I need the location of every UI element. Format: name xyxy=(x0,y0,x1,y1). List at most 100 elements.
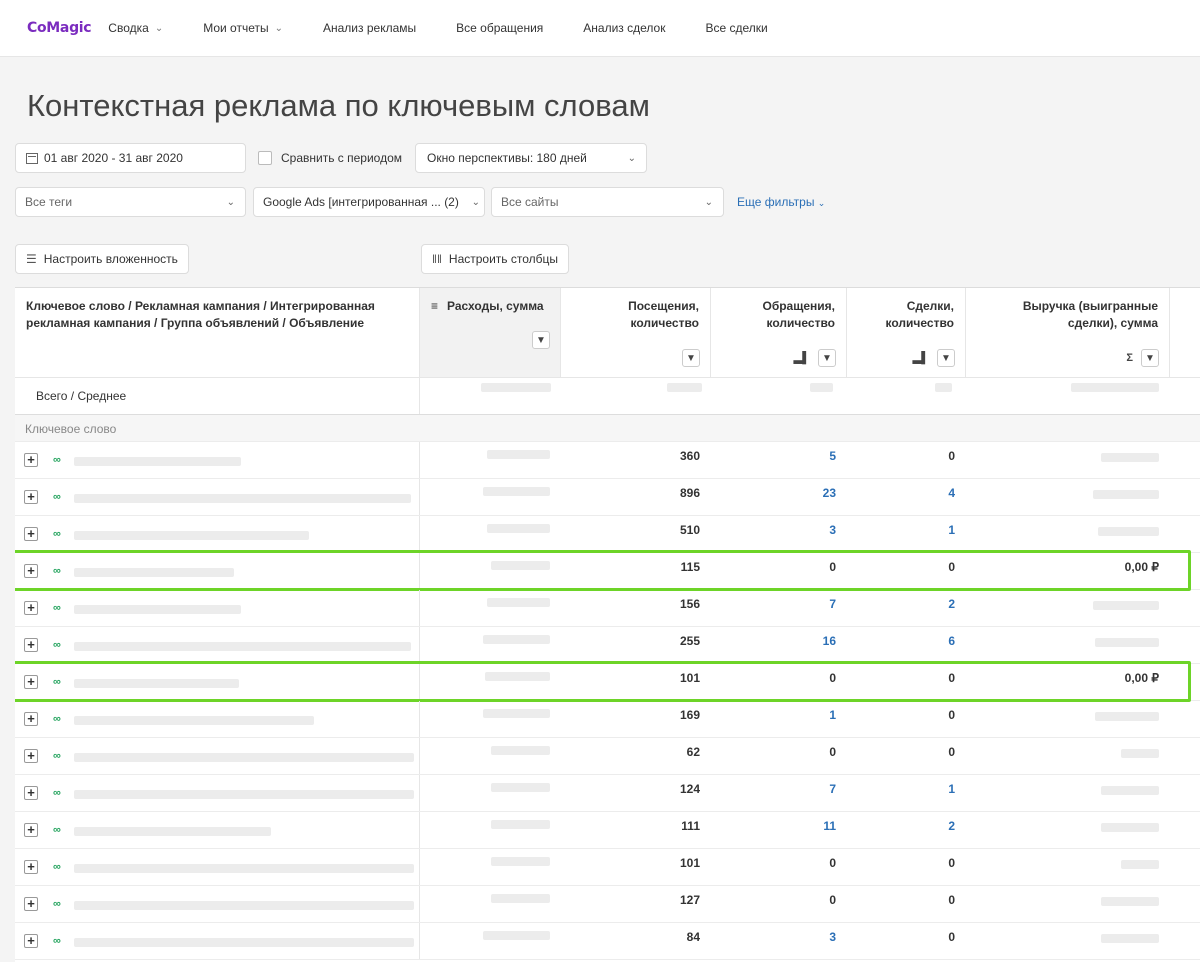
comagic-logo[interactable]: CoMagic xyxy=(27,20,92,36)
expand-icon[interactable]: + xyxy=(24,601,38,615)
nav-item-label: Мои отчеты xyxy=(203,21,269,35)
table-row[interactable]: + ∞ 101 0 0 0,00 ₽ xyxy=(15,664,1200,701)
deals-value[interactable]: 2 xyxy=(847,812,966,848)
column-divider xyxy=(419,516,420,552)
nav-item[interactable]: Анализ сделок xyxy=(583,21,665,35)
filter-icon[interactable]: ▼ xyxy=(1141,349,1159,367)
bar-chart-icon[interactable]: ▂▌ xyxy=(794,350,810,367)
deals-value[interactable]: 1 xyxy=(847,775,966,811)
requests-value[interactable]: 23 xyxy=(711,479,847,515)
expand-icon[interactable]: + xyxy=(24,897,38,911)
expand-icon[interactable]: + xyxy=(24,490,38,504)
blurred-revenue xyxy=(1093,601,1159,610)
requests-value[interactable]: 5 xyxy=(711,442,847,478)
link-icon: ∞ xyxy=(53,676,61,688)
expand-icon[interactable]: + xyxy=(24,712,38,726)
table-row[interactable]: + ∞ 127 0 0 xyxy=(15,886,1200,923)
sum-icon[interactable]: Σ xyxy=(1126,350,1133,367)
table-row[interactable]: + ∞ 111 11 2 xyxy=(15,812,1200,849)
expand-icon[interactable]: + xyxy=(24,934,38,948)
column-divider xyxy=(419,590,420,626)
nav-item[interactable]: Все сделки xyxy=(705,21,767,35)
expand-icon[interactable]: + xyxy=(24,823,38,837)
revenue-value: 0,00 ₽ xyxy=(1124,560,1159,574)
report-table: Ключевое слово / Рекламная кампания / Ин… xyxy=(15,287,1200,962)
requests-value[interactable]: 3 xyxy=(711,516,847,552)
table-row[interactable]: + ∞ 510 3 1 xyxy=(15,516,1200,553)
nav-item[interactable]: Мои отчеты ⌄ xyxy=(203,21,283,35)
expand-icon[interactable]: + xyxy=(24,860,38,874)
link-icon: ∞ xyxy=(53,454,61,466)
date-range-picker[interactable]: 01 авг 2020 - 31 авг 2020 xyxy=(15,143,246,173)
requests-value: 0 xyxy=(829,745,836,759)
table-row[interactable]: + ∞ 255 16 6 xyxy=(15,627,1200,664)
configure-columns-button[interactable]: ‖‖ Настроить столбцы xyxy=(421,244,570,274)
expand-icon[interactable]: + xyxy=(24,453,38,467)
header-requests[interactable]: Обращения, количество ▂▌ ▼ xyxy=(711,288,847,377)
expand-icon[interactable]: + xyxy=(24,638,38,652)
expand-icon[interactable]: + xyxy=(24,675,38,689)
tags-select[interactable]: Все теги ⌄ xyxy=(15,187,246,217)
table-row[interactable]: + ∞ 124 7 1 xyxy=(15,775,1200,812)
compare-period-checkbox[interactable] xyxy=(258,151,272,165)
bar-chart-icon[interactable]: ▂▌ xyxy=(913,350,929,367)
table-row[interactable]: + ∞ 84 3 0 xyxy=(15,923,1200,960)
requests-value[interactable]: 7 xyxy=(711,590,847,626)
nav-item[interactable]: Все обращения xyxy=(456,21,543,35)
sites-select-value: Все сайты xyxy=(501,195,559,209)
filter-icon[interactable]: ▼ xyxy=(937,349,955,367)
table-row[interactable]: + ∞ 360 5 0 xyxy=(15,442,1200,479)
expand-icon[interactable]: + xyxy=(24,786,38,800)
deals-value: 0 xyxy=(948,893,955,907)
group-label: Ключевое слово xyxy=(25,422,117,436)
requests-value[interactable]: 1 xyxy=(711,701,847,737)
requests-value[interactable]: 16 xyxy=(711,627,847,663)
expand-icon[interactable]: + xyxy=(24,749,38,763)
deals-value[interactable]: 2 xyxy=(847,590,966,626)
blurred-keyword xyxy=(74,457,241,466)
filter-icon[interactable]: ▼ xyxy=(818,349,836,367)
blurred-keyword xyxy=(74,679,239,688)
header-cost[interactable]: ≡ Расходы, сумма ▼ xyxy=(420,288,561,377)
header-revenue[interactable]: Выручка (выигранные сделки), сумма Σ ▼ xyxy=(966,288,1170,377)
deals-value: 0 xyxy=(948,708,955,722)
blurred-value xyxy=(935,383,952,392)
column-divider xyxy=(419,701,420,737)
nav-item[interactable]: Анализ рекламы xyxy=(323,21,416,35)
ads-source-select[interactable]: Google Ads [интегрированная ... (2) ⌄ xyxy=(253,187,485,217)
visits-value: 510 xyxy=(679,523,700,537)
header-visits[interactable]: Посещения, количество ▼ xyxy=(561,288,711,377)
requests-value[interactable]: 3 xyxy=(711,923,847,959)
table-row[interactable]: + ∞ 156 7 2 xyxy=(15,590,1200,627)
visits-value: 360 xyxy=(679,449,700,463)
expand-icon[interactable]: + xyxy=(24,527,38,541)
table-row[interactable]: + ∞ 896 23 4 xyxy=(15,479,1200,516)
blurred-cost xyxy=(483,709,550,718)
ads-source-value: Google Ads [интегрированная ... (2) xyxy=(263,195,459,209)
deals-value: 0 xyxy=(948,449,955,463)
configure-nesting-button[interactable]: ☰ Настроить вложенность xyxy=(15,244,189,274)
blurred-cost xyxy=(483,487,550,496)
top-navigation: CoMagic Сводка ⌄ Мои отчеты ⌄ Анализ рекламы… xyxy=(0,0,1200,57)
filter-icon[interactable]: ▼ xyxy=(532,331,550,349)
deals-value[interactable]: 6 xyxy=(847,627,966,663)
filter-icon[interactable]: ▼ xyxy=(682,349,700,367)
link-icon: ∞ xyxy=(53,602,61,614)
deals-value[interactable]: 4 xyxy=(847,479,966,515)
requests-value[interactable]: 11 xyxy=(711,812,847,848)
deals-value[interactable]: 1 xyxy=(847,516,966,552)
nav-item[interactable]: Сводка ⌄ xyxy=(108,21,163,35)
blurred-cost xyxy=(487,524,550,533)
perspective-window-select[interactable]: Окно перспективы: 180 дней ⌄ xyxy=(415,143,647,173)
link-icon: ∞ xyxy=(53,861,61,873)
visits-value: 101 xyxy=(679,671,700,685)
table-row[interactable]: + ∞ 115 0 0 0,00 ₽ xyxy=(15,553,1200,590)
requests-value[interactable]: 7 xyxy=(711,775,847,811)
table-row[interactable]: + ∞ 169 1 0 xyxy=(15,701,1200,738)
sites-select[interactable]: Все сайты ⌄ xyxy=(491,187,724,217)
more-filters-link[interactable]: Еще фильтры ⌄ xyxy=(737,195,825,209)
table-row[interactable]: + ∞ 101 0 0 xyxy=(15,849,1200,886)
table-row[interactable]: + ∞ 62 0 0 xyxy=(15,738,1200,775)
expand-icon[interactable]: + xyxy=(24,564,38,578)
header-deals[interactable]: Сделки, количество ▂▌ ▼ xyxy=(847,288,966,377)
